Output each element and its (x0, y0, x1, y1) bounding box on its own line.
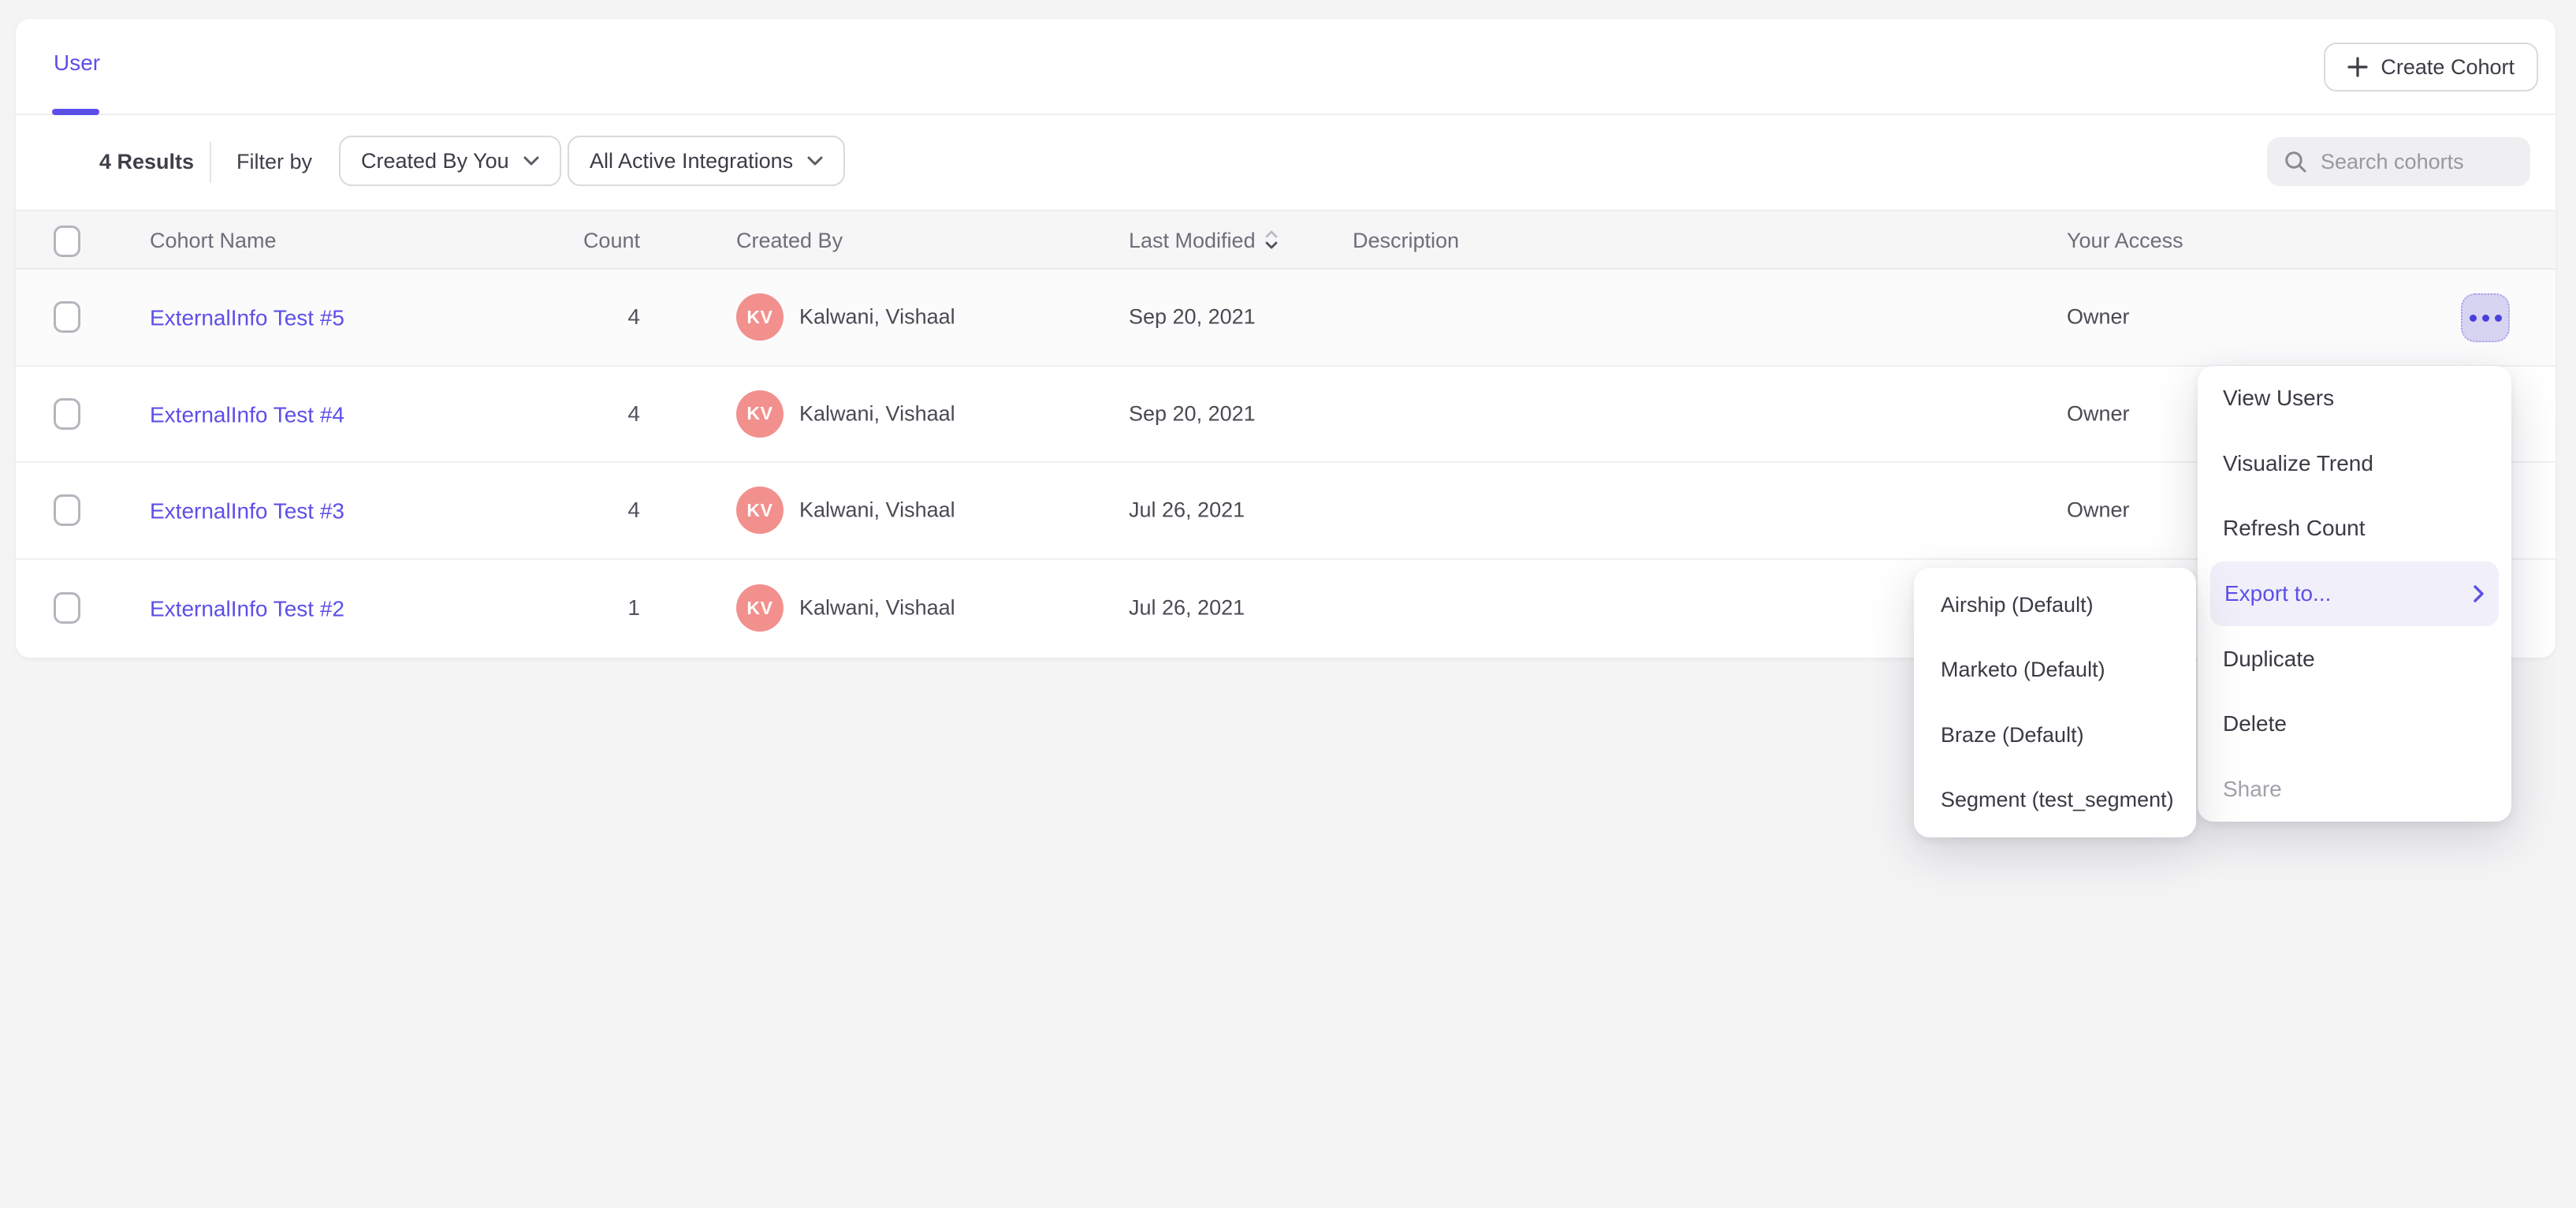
last-modified-label: Last Modified (1129, 229, 1256, 252)
avatar: KV (736, 293, 784, 341)
column-header-count[interactable]: Count (536, 229, 640, 253)
cohort-count: 4 (536, 304, 640, 330)
menu-item-view-users[interactable]: View Users (2198, 366, 2511, 431)
cohort-count: 4 (536, 401, 640, 427)
select-all-checkbox[interactable] (54, 226, 80, 257)
created-by-name: Kalwani, Vishaal (799, 498, 955, 523)
cohort-name-link[interactable]: ExternalInfo Test #3 (150, 499, 344, 524)
cohort-count: 4 (536, 498, 640, 523)
table-row[interactable]: ExternalInfo Test #5 4 KV Kalwani, Visha… (16, 270, 2556, 367)
search-box[interactable] (2267, 137, 2530, 186)
cohort-name-link[interactable]: ExternalInfo Test #2 (150, 597, 344, 621)
ellipsis-icon (2470, 315, 2477, 322)
create-cohort-button[interactable]: Create Cohort (2324, 43, 2538, 91)
cohorts-panel: User Create Cohort 4 Results Filter by C… (16, 19, 2556, 658)
last-modified-date: Sep 20, 2021 (1129, 401, 1256, 426)
cohort-name-link[interactable]: ExternalInfo Test #4 (150, 402, 344, 427)
row-checkbox[interactable] (54, 301, 80, 333)
column-header-created-by[interactable]: Created By (736, 229, 843, 253)
column-header-last-modified[interactable]: Last Modified (1129, 229, 1278, 253)
chevron-right-icon (2474, 585, 2485, 602)
sort-desc-icon (1265, 230, 1278, 249)
avatar: KV (736, 487, 784, 534)
integrations-filter-value: All Active Integrations (590, 149, 793, 173)
row-actions-button[interactable] (2461, 293, 2510, 342)
access-value: Owner (2067, 498, 2130, 523)
export-to-label: Export to... (2224, 581, 2331, 606)
created-by-name: Kalwani, Vishaal (799, 401, 955, 426)
avatar: KV (736, 390, 784, 438)
search-input[interactable] (2321, 150, 2515, 174)
results-count: 4 Results (99, 150, 194, 174)
row-checkbox[interactable] (54, 398, 80, 430)
toolbar-divider (210, 142, 211, 183)
table-header: Cohort Name Count Created By Last Modifi… (16, 210, 2556, 270)
toolbar: 4 Results Filter by Created By You All A… (16, 115, 2556, 210)
access-value: Owner (2067, 305, 2130, 330)
create-cohort-label: Create Cohort (2381, 55, 2515, 80)
submenu-item-braze[interactable]: Braze (Default) (1914, 703, 2196, 768)
export-submenu: Airship (Default) Marketo (Default) Braz… (1914, 568, 2196, 837)
column-header-description[interactable]: Description (1353, 229, 1459, 253)
table-row[interactable]: ExternalInfo Test #4 4 KV Kalwani, Visha… (16, 367, 2556, 464)
menu-item-delete[interactable]: Delete (2198, 692, 2511, 757)
created-by-filter-value: Created By You (361, 149, 509, 173)
column-header-your-access[interactable]: Your Access (2067, 229, 2183, 253)
cohort-count: 1 (536, 595, 640, 621)
menu-item-visualize-trend[interactable]: Visualize Trend (2198, 431, 2511, 497)
cohort-name-link[interactable]: ExternalInfo Test #5 (150, 306, 344, 330)
integrations-filter-dropdown[interactable]: All Active Integrations (568, 136, 845, 186)
tab-user[interactable]: User (54, 50, 100, 76)
submenu-item-marketo[interactable]: Marketo (Default) (1914, 637, 2196, 703)
submenu-item-segment[interactable]: Segment (test_segment) (1914, 768, 2196, 833)
search-icon (2283, 149, 2308, 174)
created-by-name: Kalwani, Vishaal (799, 596, 955, 621)
row-checkbox[interactable] (54, 592, 80, 624)
menu-item-share: Share (2198, 756, 2511, 822)
plus-icon (2347, 57, 2368, 77)
created-by-filter-dropdown[interactable]: Created By You (339, 136, 561, 186)
last-modified-date: Jul 26, 2021 (1129, 498, 1245, 523)
created-by-name: Kalwani, Vishaal (799, 305, 955, 330)
avatar: KV (736, 584, 784, 632)
menu-item-refresh-count[interactable]: Refresh Count (2198, 496, 2511, 561)
row-actions-menu: View Users Visualize Trend Refresh Count… (2198, 366, 2511, 822)
tab-bar: User Create Cohort (16, 19, 2556, 115)
last-modified-date: Sep 20, 2021 (1129, 305, 1256, 330)
filter-by-label: Filter by (236, 150, 312, 174)
menu-item-export-to[interactable]: Export to... (2210, 561, 2499, 627)
submenu-item-airship[interactable]: Airship (Default) (1914, 572, 2196, 638)
chevron-down-icon (523, 156, 539, 166)
column-header-cohort-name[interactable]: Cohort Name (150, 229, 277, 253)
row-checkbox[interactable] (54, 494, 80, 526)
tab-active-indicator (52, 109, 99, 115)
last-modified-date: Jul 26, 2021 (1129, 596, 1245, 621)
table-row[interactable]: ExternalInfo Test #3 4 KV Kalwani, Visha… (16, 463, 2556, 560)
chevron-down-icon (807, 156, 823, 166)
access-value: Owner (2067, 401, 2130, 426)
menu-item-duplicate[interactable]: Duplicate (2198, 626, 2511, 692)
